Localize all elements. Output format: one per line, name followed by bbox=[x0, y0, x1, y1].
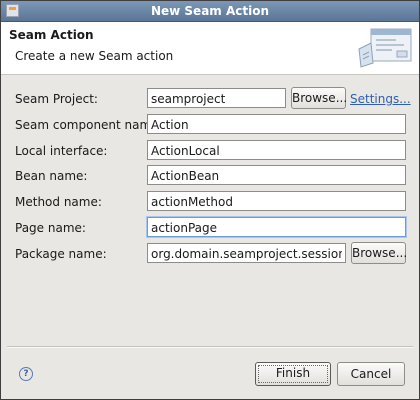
seam-project-label: Seam Project: bbox=[15, 92, 98, 106]
page-title: Seam Action bbox=[9, 28, 94, 42]
local-interface-field[interactable] bbox=[147, 140, 406, 160]
finish-button[interactable]: Finish bbox=[255, 362, 331, 386]
settings-link[interactable]: Settings... bbox=[350, 92, 411, 106]
package-name-field[interactable] bbox=[147, 243, 346, 263]
package-name-label: Package name: bbox=[15, 247, 107, 261]
component-name-label: Seam component name: bbox=[15, 118, 163, 132]
finish-button-label: Finish bbox=[258, 365, 328, 383]
cancel-button[interactable]: Cancel bbox=[337, 362, 405, 386]
local-interface-label: Local interface: bbox=[15, 144, 108, 158]
help-icon[interactable]: ? bbox=[19, 367, 33, 381]
component-name-field[interactable] bbox=[147, 114, 406, 134]
page-name-field[interactable] bbox=[147, 217, 406, 237]
window-title: New Seam Action bbox=[150, 4, 270, 18]
seam-project-field[interactable] bbox=[147, 88, 286, 108]
package-browse-button[interactable]: Browse... bbox=[351, 242, 407, 264]
title-bar[interactable]: New Seam Action bbox=[1, 1, 419, 22]
page-description: Create a new Seam action bbox=[15, 49, 174, 63]
wizard-banner: Seam Action Create a new Seam action bbox=[1, 22, 419, 75]
method-name-label: Method name: bbox=[15, 195, 102, 209]
bean-name-field[interactable] bbox=[147, 165, 406, 185]
footer-separator bbox=[7, 346, 413, 348]
seam-project-browse-button[interactable]: Browse... bbox=[291, 87, 347, 109]
bean-name-label: Bean name: bbox=[15, 169, 88, 183]
dialog-window: New Seam Action Seam Action Create a new… bbox=[0, 0, 420, 400]
method-name-field[interactable] bbox=[147, 191, 406, 211]
page-name-label: Page name: bbox=[15, 221, 86, 235]
wizard-banner-icon bbox=[358, 28, 412, 68]
